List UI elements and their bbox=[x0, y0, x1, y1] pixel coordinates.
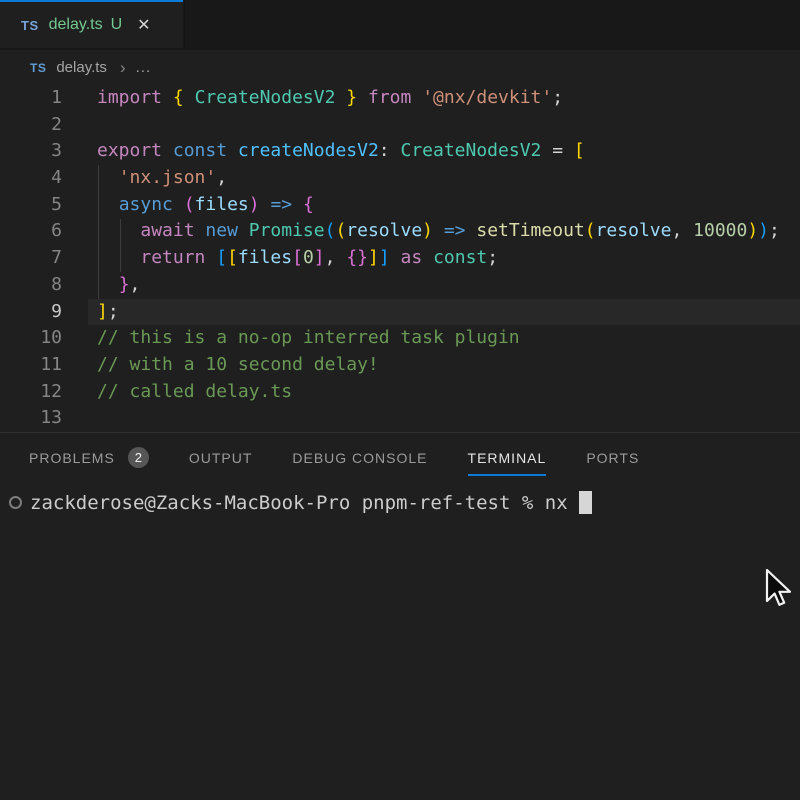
chevron-right-icon: › bbox=[120, 58, 126, 78]
mouse-cursor bbox=[764, 568, 794, 615]
empty-tab-strip bbox=[184, 0, 800, 50]
line-number: 8 bbox=[0, 272, 62, 299]
line-number: 3 bbox=[0, 138, 62, 165]
line-number: 10 bbox=[0, 325, 62, 352]
panel-tab-label: TERMINAL bbox=[468, 450, 547, 466]
code-text: // this is a no-op interred task plugin bbox=[62, 325, 520, 352]
command-decoration-icon bbox=[9, 496, 22, 509]
code-text: await new Promise((resolve) => setTimeou… bbox=[62, 218, 780, 245]
code-line[interactable]: 2 bbox=[0, 112, 800, 139]
code-line[interactable]: 13 bbox=[0, 405, 800, 432]
typescript-file-icon: TS bbox=[30, 61, 46, 75]
line-number: 9 bbox=[0, 299, 62, 326]
terminal-cursor bbox=[579, 491, 592, 514]
panel-tab-label: OUTPUT bbox=[189, 450, 253, 466]
panel-tab-debug-console[interactable]: DEBUG CONSOLE bbox=[292, 433, 427, 482]
code-text: ]; bbox=[62, 299, 119, 326]
editor-tab-bar: TS delay.ts U ✕ bbox=[0, 0, 800, 50]
code-line[interactable]: 9]; bbox=[0, 299, 800, 326]
code-line[interactable]: 1import { CreateNodesV2 } from '@nx/devk… bbox=[0, 85, 800, 112]
indent-guide bbox=[98, 165, 99, 299]
typescript-file-icon: TS bbox=[21, 18, 39, 33]
tab-delay-ts[interactable]: TS delay.ts U ✕ bbox=[0, 0, 183, 48]
panel-tab-label: PORTS bbox=[586, 450, 639, 466]
code-line[interactable]: 4 'nx.json', bbox=[0, 165, 800, 192]
code-text: // with a 10 second delay! bbox=[62, 352, 379, 379]
close-icon[interactable]: ✕ bbox=[137, 15, 150, 35]
code-line[interactable]: 10// this is a no-op interred task plugi… bbox=[0, 325, 800, 352]
breadcrumb-file[interactable]: delay.ts bbox=[56, 59, 107, 76]
code-line[interactable]: 5 async (files) => { bbox=[0, 192, 800, 219]
line-number: 7 bbox=[0, 245, 62, 272]
terminal-typed-command: nx bbox=[545, 492, 568, 514]
code-text: export const createNodesV2: CreateNodesV… bbox=[62, 138, 585, 165]
code-line[interactable]: 12// called delay.ts bbox=[0, 379, 800, 406]
git-untracked-badge: U bbox=[111, 16, 123, 34]
line-number: 4 bbox=[0, 165, 62, 192]
code-text: }, bbox=[62, 272, 140, 299]
breadcrumb-symbol[interactable]: ... bbox=[136, 59, 152, 76]
line-number: 11 bbox=[0, 352, 62, 379]
vscode-window: TS delay.ts U ✕ TS delay.ts › ... 1impor… bbox=[0, 0, 800, 800]
line-number: 12 bbox=[0, 379, 62, 406]
code-text: 'nx.json', bbox=[62, 165, 227, 192]
line-number: 2 bbox=[0, 112, 62, 139]
terminal-command-line: zackderose@Zacks-MacBook-Pro pnpm-ref-te… bbox=[30, 491, 592, 514]
line-number: 6 bbox=[0, 218, 62, 245]
code-text: // called delay.ts bbox=[62, 379, 292, 406]
line-number: 5 bbox=[0, 192, 62, 219]
panel-tab-problems[interactable]: PROBLEMS 2 bbox=[29, 433, 149, 482]
terminal-prompt: zackderose@Zacks-MacBook-Pro pnpm-ref-te… bbox=[30, 492, 533, 514]
code-editor[interactable]: 1import { CreateNodesV2 } from '@nx/devk… bbox=[0, 85, 800, 432]
panel-tab-output[interactable]: OUTPUT bbox=[189, 433, 253, 482]
code-text: import { CreateNodesV2 } from '@nx/devki… bbox=[62, 85, 563, 112]
code-line[interactable]: 3export const createNodesV2: CreateNodes… bbox=[0, 138, 800, 165]
code-text: async (files) => { bbox=[62, 192, 314, 219]
line-number: 1 bbox=[0, 85, 62, 112]
indent-guide bbox=[120, 219, 121, 272]
code-line[interactable]: 8 }, bbox=[0, 272, 800, 299]
panel-tab-ports[interactable]: PORTS bbox=[586, 433, 639, 482]
breadcrumb: TS delay.ts › ... bbox=[0, 50, 800, 85]
panel-tab-label: DEBUG CONSOLE bbox=[292, 450, 427, 466]
code-text: return [[files[0], {}]] as const; bbox=[62, 245, 498, 272]
code-text bbox=[62, 112, 97, 139]
line-number: 13 bbox=[0, 405, 62, 432]
panel-tab-bar: PROBLEMS 2 OUTPUT DEBUG CONSOLE TERMINAL PORT… bbox=[0, 432, 800, 482]
terminal[interactable]: zackderose@Zacks-MacBook-Pro pnpm-ref-te… bbox=[0, 482, 800, 522]
code-text bbox=[62, 405, 97, 432]
tab-filename: delay.ts bbox=[49, 16, 103, 34]
problems-count-badge: 2 bbox=[128, 447, 149, 468]
panel-tab-terminal[interactable]: TERMINAL bbox=[468, 433, 547, 482]
panel-tab-label: PROBLEMS bbox=[29, 450, 115, 466]
code-line[interactable]: 11// with a 10 second delay! bbox=[0, 352, 800, 379]
